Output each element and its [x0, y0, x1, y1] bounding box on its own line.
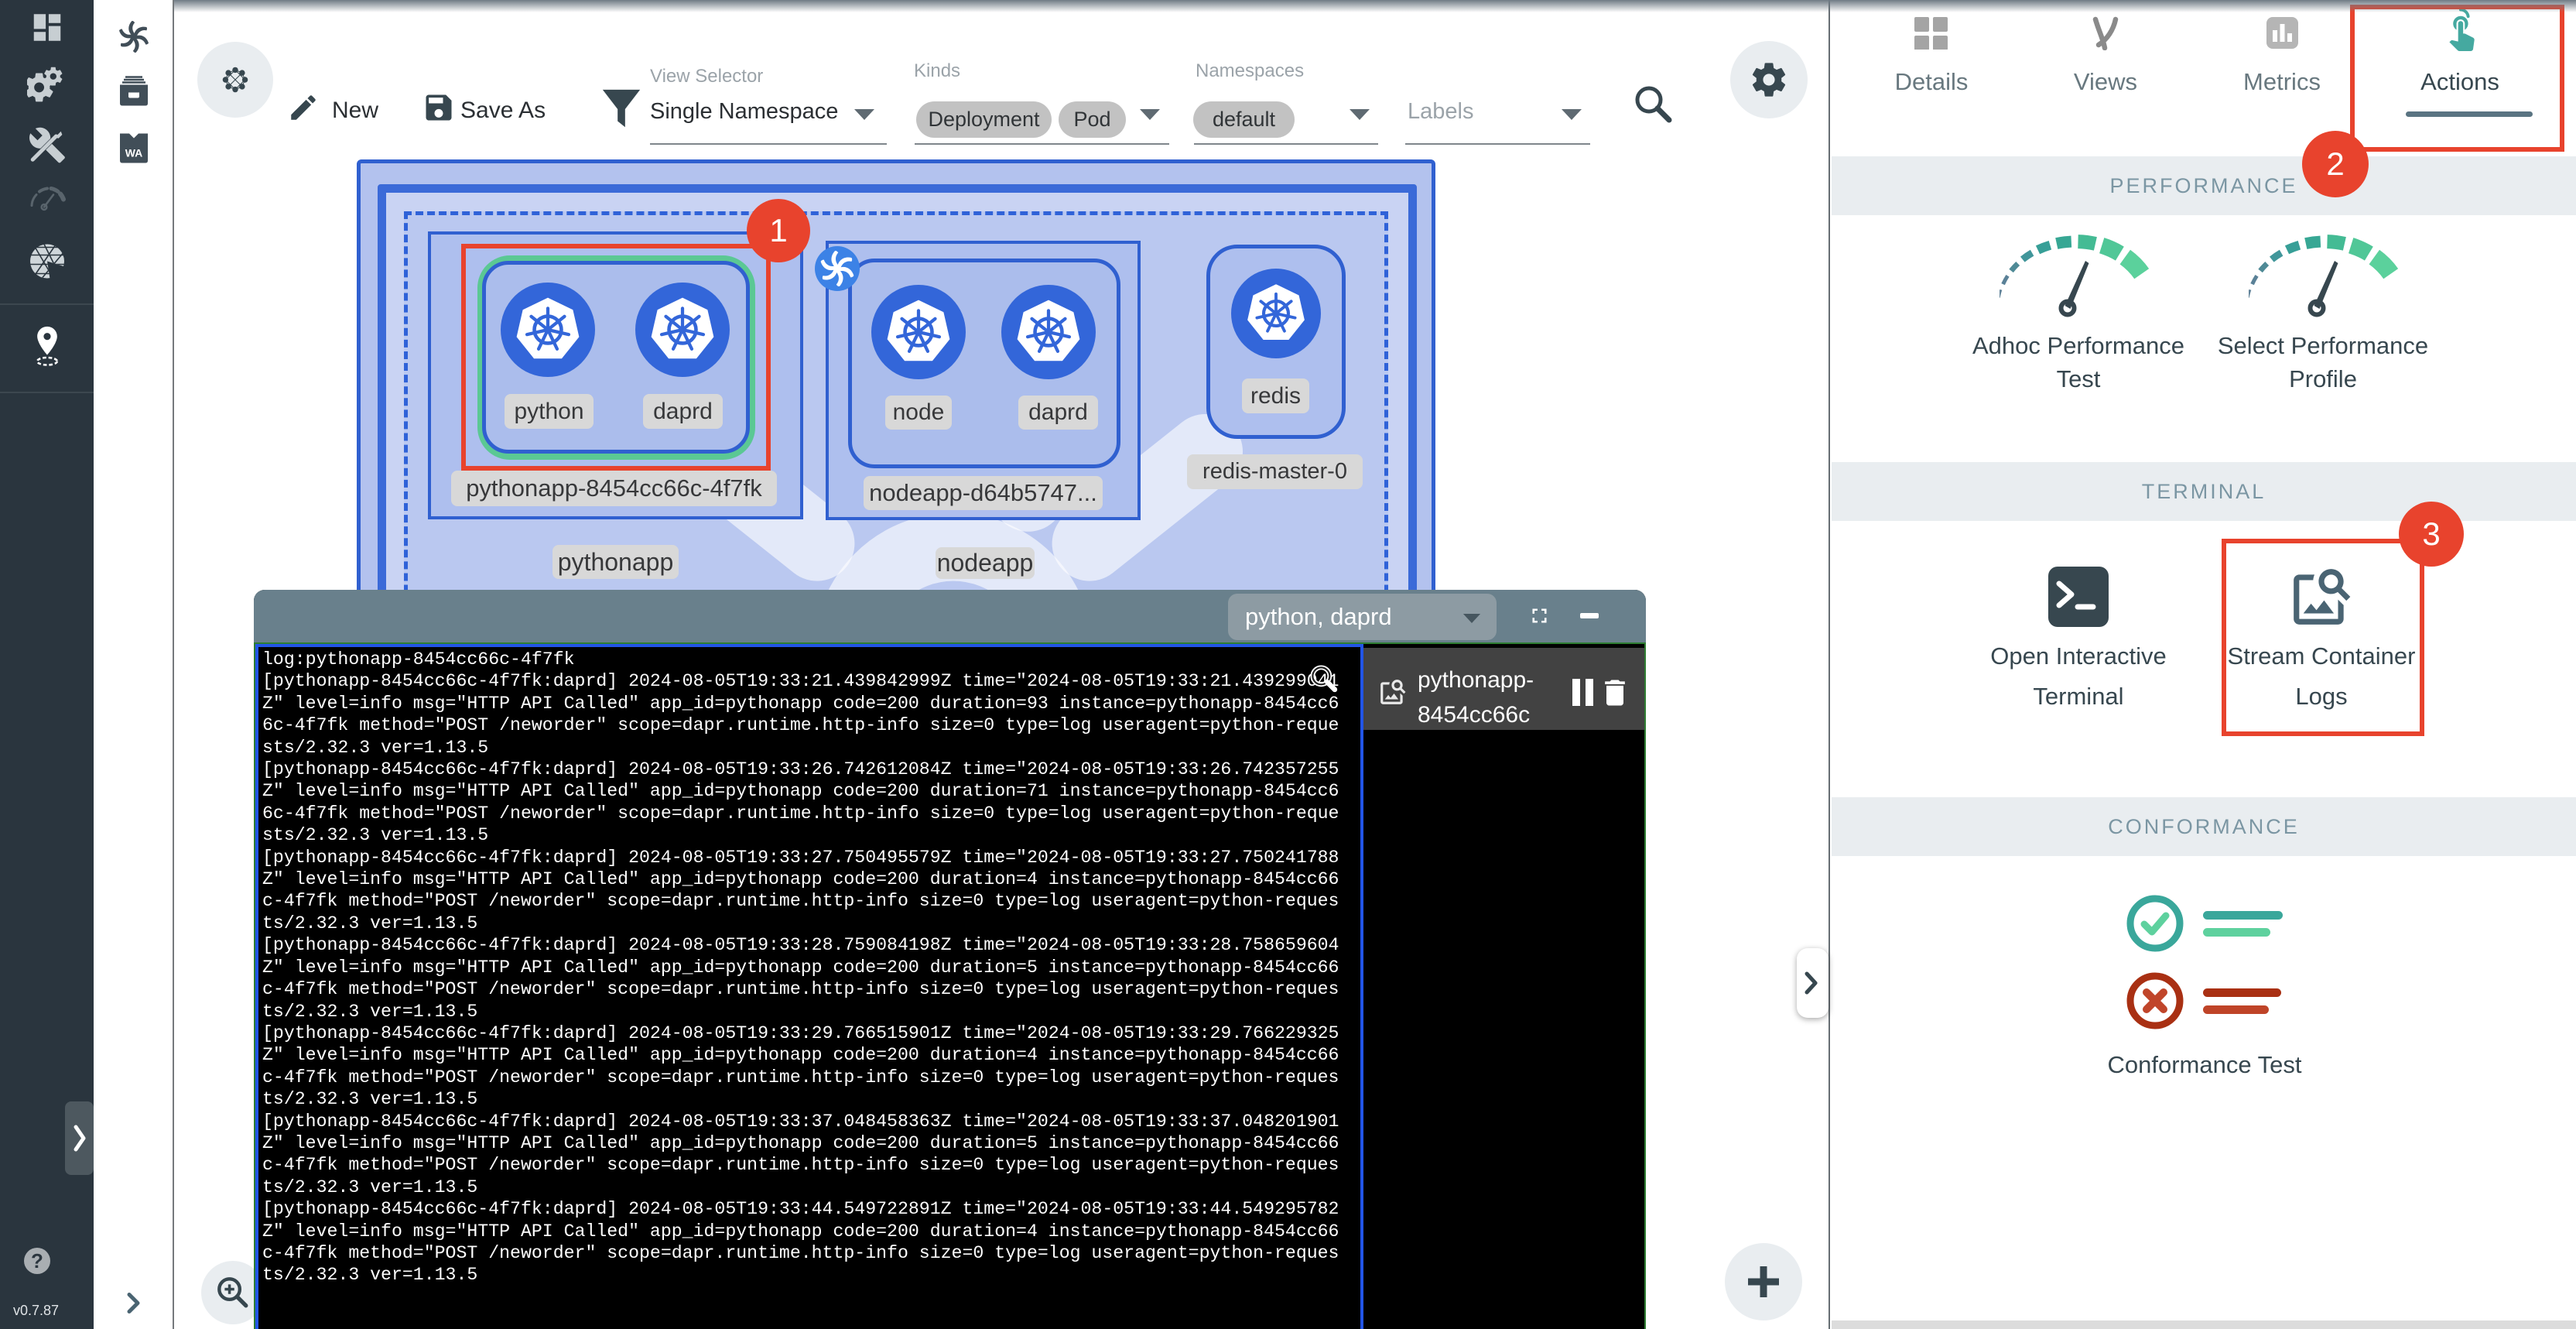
svg-text:WA: WA	[125, 147, 143, 159]
